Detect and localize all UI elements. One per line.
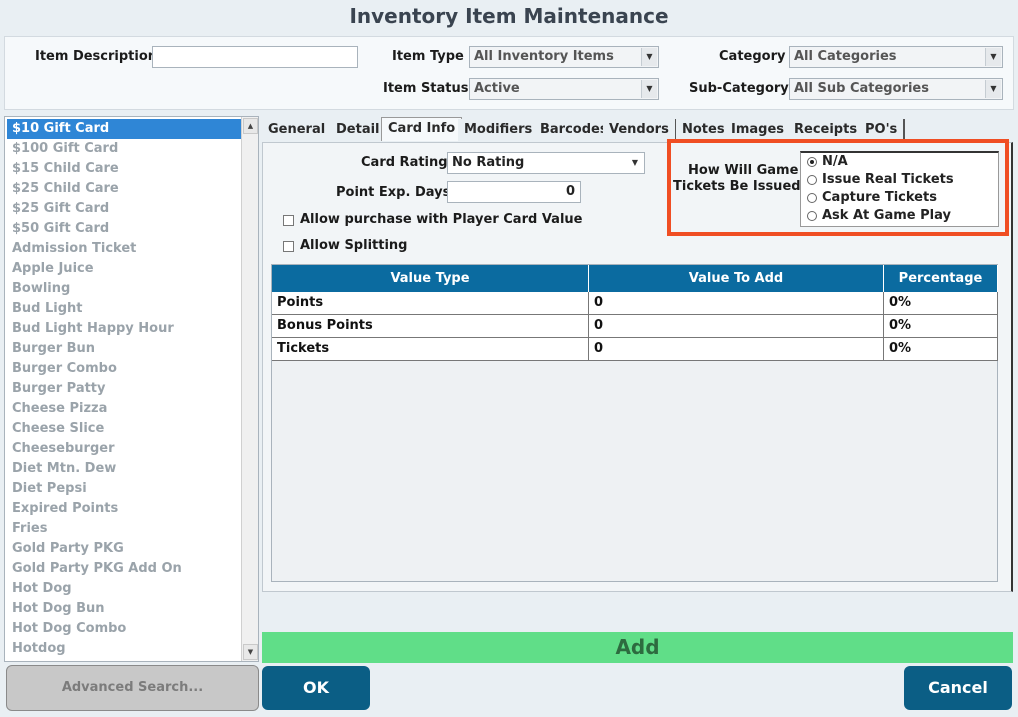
allow-splitting-label: Allow Splitting bbox=[300, 238, 408, 253]
list-item[interactable]: $50 Gift Card bbox=[7, 219, 241, 239]
category-label: Category bbox=[719, 49, 786, 64]
table-cell[interactable]: Tickets bbox=[272, 338, 589, 361]
list-item[interactable]: Cheese Pizza bbox=[7, 399, 241, 419]
card-rating-label: Card Rating bbox=[361, 155, 448, 170]
item-type-select[interactable]: All Inventory Items ▼ bbox=[469, 46, 659, 68]
table-cell[interactable]: 0 bbox=[589, 315, 884, 338]
tab-vendors[interactable]: Vendors bbox=[603, 119, 677, 141]
item-list[interactable]: $10 Gift Card $100 Gift Card $15 Child Car… bbox=[4, 116, 259, 662]
allow-purchase-label: Allow purchase with Player Card Value bbox=[300, 212, 583, 227]
allow-splitting-checkbox[interactable] bbox=[283, 241, 294, 252]
window-title: Inventory Item Maintenance bbox=[349, 4, 669, 28]
chevron-down-icon[interactable]: ▼ bbox=[641, 48, 657, 66]
tab-images[interactable]: Images bbox=[725, 119, 793, 141]
list-item[interactable]: Gold Party PKG bbox=[7, 539, 241, 559]
point-exp-days-input[interactable]: 0 bbox=[447, 181, 581, 203]
item-description-label: Item Description bbox=[35, 49, 158, 64]
column-header: Percentage bbox=[884, 265, 998, 292]
chevron-down-icon[interactable]: ▼ bbox=[985, 80, 1001, 98]
list-item[interactable]: Bowling bbox=[7, 279, 241, 299]
list-item[interactable]: Burger Patty bbox=[7, 379, 241, 399]
list-item[interactable]: $100 Gift Card bbox=[7, 139, 241, 159]
card-rating-value: No Rating bbox=[452, 155, 525, 170]
point-exp-days-label: Point Exp. Days bbox=[336, 185, 451, 200]
ok-button[interactable]: OK bbox=[262, 666, 370, 710]
list-item[interactable]: $25 Child Care bbox=[7, 179, 241, 199]
category-value: All Categories bbox=[794, 49, 897, 64]
table-cell[interactable]: 0% bbox=[884, 315, 998, 338]
chevron-down-icon[interactable]: ▼ bbox=[985, 48, 1001, 66]
item-description-input[interactable] bbox=[152, 46, 358, 68]
item-status-select[interactable]: Active ▼ bbox=[469, 78, 659, 100]
table-cell[interactable]: 0 bbox=[589, 292, 884, 315]
item-type-label: Item Type bbox=[392, 49, 464, 64]
list-item[interactable]: Admission Ticket bbox=[7, 239, 241, 259]
list-item[interactable]: Cheeseburger bbox=[7, 439, 241, 459]
list-item[interactable]: Hot Dog bbox=[7, 579, 241, 599]
list-item[interactable]: $15 Child Care bbox=[7, 159, 241, 179]
list-item[interactable]: Bud Light bbox=[7, 299, 241, 319]
add-button[interactable]: Add bbox=[262, 632, 1013, 663]
item-status-value: Active bbox=[474, 81, 520, 96]
list-item[interactable]: Apple Juice bbox=[7, 259, 241, 279]
column-header: Value Type bbox=[272, 265, 589, 292]
list-item[interactable]: Diet Mtn. Dew bbox=[7, 459, 241, 479]
tab-card-info[interactable]: Card Info bbox=[381, 117, 463, 141]
list-item[interactable]: Bud Light Happy Hour bbox=[7, 319, 241, 339]
list-item[interactable]: Burger Combo bbox=[7, 359, 241, 379]
list-item[interactable]: Burger Bun bbox=[7, 339, 241, 359]
category-select[interactable]: All Categories ▼ bbox=[789, 46, 1003, 68]
subcategory-label: Sub-Category bbox=[689, 81, 789, 96]
tab-general[interactable]: General bbox=[262, 119, 334, 141]
table-cell[interactable]: Points bbox=[272, 292, 589, 315]
chevron-down-icon[interactable]: ▼ bbox=[627, 154, 643, 172]
tab-receipts[interactable]: Receipts bbox=[788, 119, 866, 141]
highlight-box bbox=[667, 139, 1009, 236]
scroll-down-icon[interactable]: ▼ bbox=[243, 644, 258, 660]
list-item[interactable]: Hot Dog Bun bbox=[7, 599, 241, 619]
subcategory-value: All Sub Categories bbox=[794, 81, 929, 96]
item-status-label: Item Status bbox=[383, 81, 469, 96]
table-cell[interactable]: 0 bbox=[589, 338, 884, 361]
list-item[interactable]: Cheese Slice bbox=[7, 419, 241, 439]
card-rating-select[interactable]: No Rating ▼ bbox=[447, 152, 645, 174]
list-item[interactable]: $25 Gift Card bbox=[7, 199, 241, 219]
column-header: Value To Add bbox=[589, 265, 884, 292]
table-cell[interactable]: Bonus Points bbox=[272, 315, 589, 338]
tab-modifiers[interactable]: Modifiers bbox=[458, 119, 541, 141]
item-type-value: All Inventory Items bbox=[474, 49, 614, 64]
list-item[interactable]: Fries bbox=[7, 519, 241, 539]
tab-po-s[interactable]: PO's bbox=[859, 119, 906, 141]
list-item[interactable]: $10 Gift Card bbox=[7, 119, 241, 139]
subcategory-select[interactable]: All Sub Categories ▼ bbox=[789, 78, 1003, 100]
advanced-search-button[interactable]: Advanced Search... bbox=[6, 665, 259, 711]
scroll-up-icon[interactable]: ▲ bbox=[243, 118, 258, 134]
table-cell[interactable]: 0% bbox=[884, 338, 998, 361]
list-item[interactable]: Hot Dog Combo bbox=[7, 619, 241, 639]
list-scrollbar[interactable]: ▲ ▼ bbox=[241, 117, 258, 661]
list-item[interactable]: Expired Points bbox=[7, 499, 241, 519]
value-table: Value Type Value To Add Percentage Points 0 0… bbox=[271, 264, 998, 582]
allow-purchase-checkbox[interactable] bbox=[283, 215, 294, 226]
chevron-down-icon[interactable]: ▼ bbox=[641, 80, 657, 98]
list-item[interactable]: Diet Pepsi bbox=[7, 479, 241, 499]
cancel-button[interactable]: Cancel bbox=[904, 666, 1012, 710]
table-cell[interactable]: 0% bbox=[884, 292, 998, 315]
list-item[interactable]: Gold Party PKG Add On bbox=[7, 559, 241, 579]
list-item[interactable]: Hotdog bbox=[7, 639, 241, 659]
tab-detail[interactable]: Detail bbox=[330, 119, 388, 141]
